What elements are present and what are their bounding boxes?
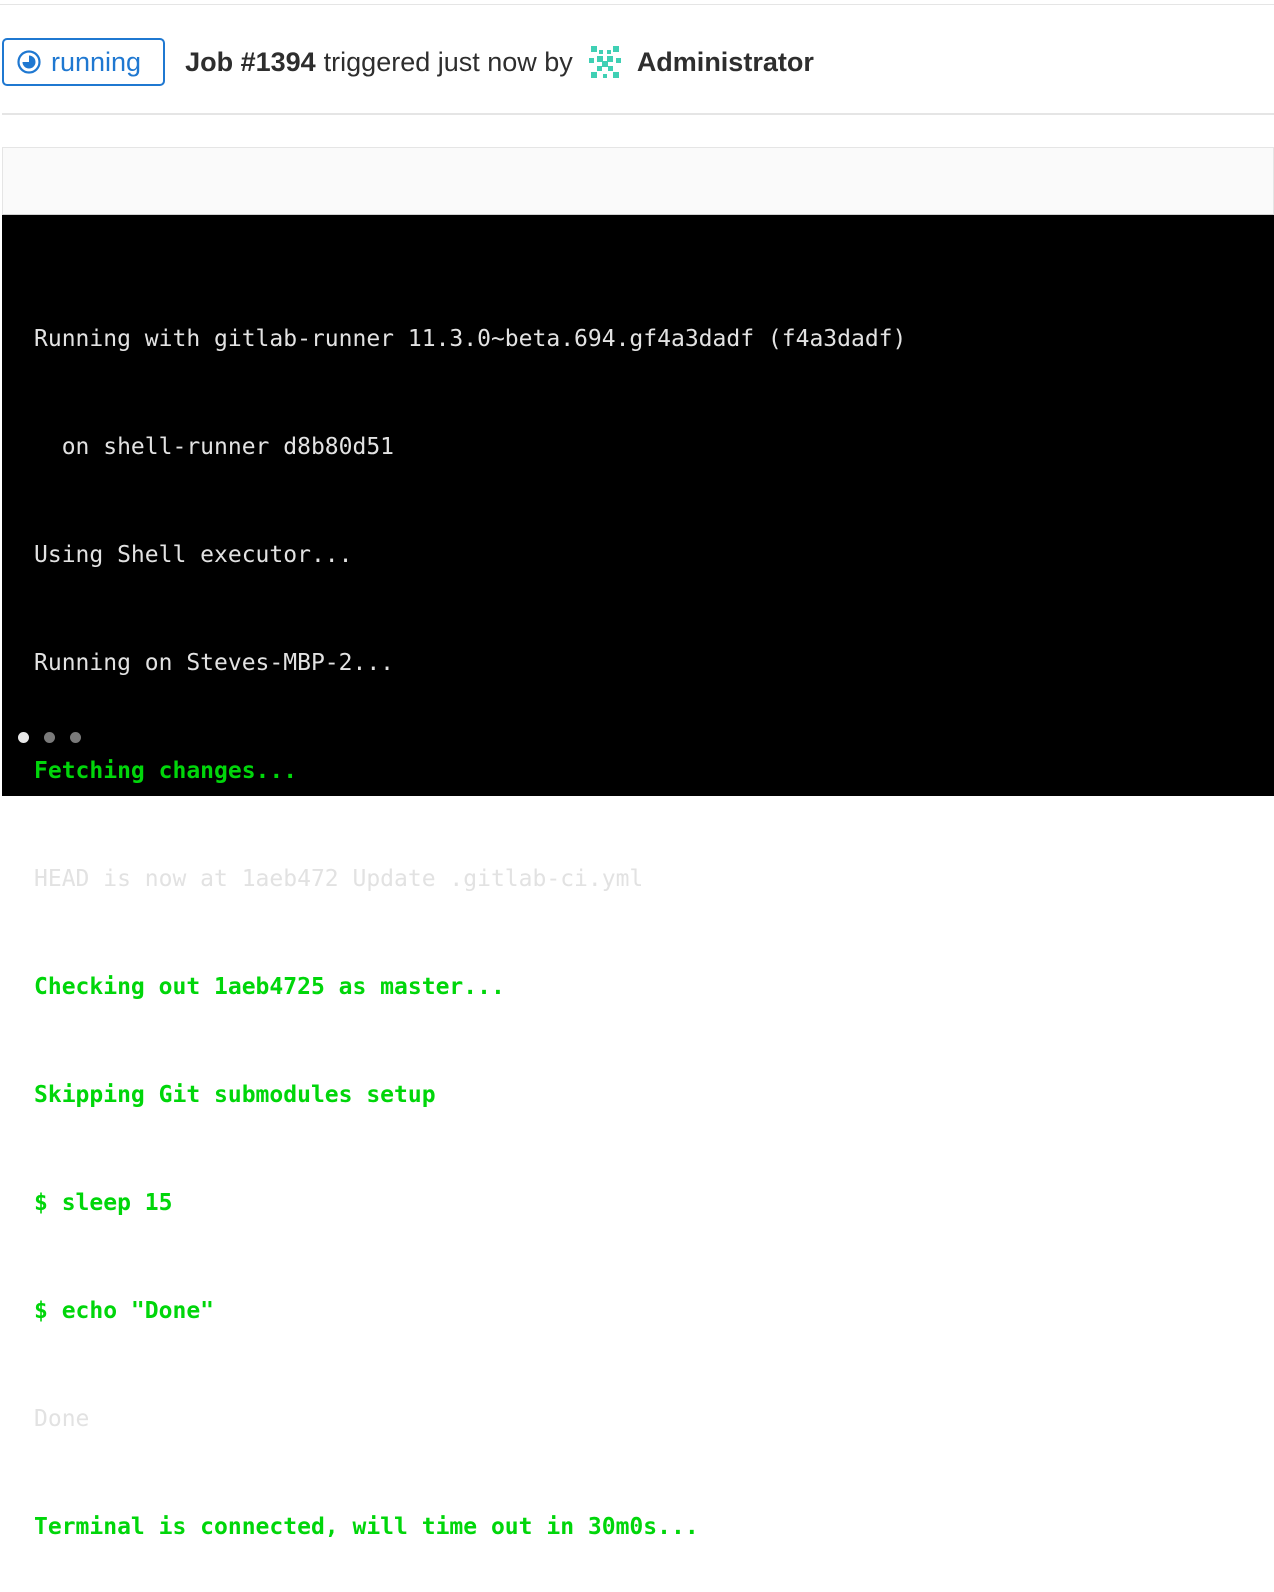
- job-log-terminal: Running with gitlab-runner 11.3.0~beta.6…: [2, 215, 1274, 1540]
- loading-dot: [44, 732, 55, 743]
- status-badge[interactable]: running: [2, 38, 166, 86]
- trigger-text: triggered just now by: [323, 46, 573, 77]
- avatar-icon[interactable]: [585, 42, 625, 82]
- log-line: HEAD is now at 1aeb472 Update .gitlab-ci…: [34, 866, 644, 892]
- log-line: Running on Steves-MBP-2...: [34, 650, 395, 676]
- job-title: Job #1394: [185, 46, 316, 77]
- loading-dot: [18, 732, 29, 743]
- log-line: on shell-runner d8b80d51: [34, 434, 395, 460]
- log-line: $ sleep 15: [34, 1190, 173, 1216]
- log-line: Checking out 1aeb4725 as master...: [34, 974, 505, 1000]
- log-line: Fetching changes...: [34, 758, 298, 784]
- loading-dot: [70, 732, 81, 743]
- top-divider: [0, 4, 1274, 5]
- log-controls-bar: [2, 147, 1274, 215]
- log-line: Using Shell executor...: [34, 542, 353, 568]
- log-line: Running with gitlab-runner 11.3.0~beta.6…: [34, 326, 907, 352]
- status-label: running: [51, 46, 142, 77]
- log-line: $ echo "Done": [34, 1298, 215, 1324]
- user-link[interactable]: Administrator: [637, 47, 814, 78]
- loading-indicator: [18, 732, 96, 743]
- job-header: running Job #1394 triggered just now by: [0, 36, 1274, 88]
- log-line: Done: [34, 1406, 90, 1432]
- header-divider: [2, 113, 1274, 115]
- job-summary: Job #1394 triggered just now by Administ…: [185, 42, 814, 82]
- log-line: Skipping Git submodules setup: [34, 1082, 436, 1108]
- status-running-icon: [16, 49, 42, 75]
- log-line: Terminal is connected, will time out in …: [34, 1514, 699, 1540]
- job-log: Running with gitlab-runner 11.3.0~beta.6…: [34, 249, 906, 1592]
